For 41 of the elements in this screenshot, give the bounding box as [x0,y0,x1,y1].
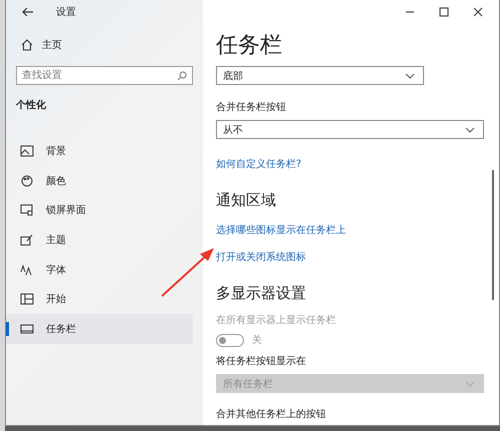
section-heading: 多显示器设置 [216,284,306,303]
chevron-icon [465,126,475,132]
dropdown[interactable]: 底部 [216,66,424,85]
sidebar-item[interactable]: 背景 [6,136,193,166]
home-icon[interactable] [21,39,33,51]
setting-label: 将任务栏按钮显示在 [216,354,306,368]
maximize-icon[interactable] [439,7,449,17]
window-title: 设置 [56,6,76,19]
monitor-icon [20,204,34,216]
help-link[interactable]: 选择哪些图标显示在任务栏上 [216,223,346,237]
dropdown[interactable]: 从不 [216,120,484,139]
sidebar-item[interactable]: 锁屏界面 [6,195,193,226]
sidebar-item[interactable]: 任务栏 [6,314,193,344]
grid-icon [20,293,34,306]
section-heading: 个性化 [16,98,47,112]
setting-label: 合并其他任务栏上的按钮 [216,408,326,421]
annotation-arrow [160,246,216,298]
palette-icon [20,174,34,187]
toggle-state: 关 [252,334,262,347]
sidebar-item[interactable]: 字体 [6,254,193,284]
sidebar-item[interactable]: 开始 [6,284,193,314]
taskbar-icon [20,322,34,335]
chevron-icon [405,72,415,78]
home-link[interactable]: 主页 [42,38,62,52]
help-link[interactable]: 如何自定义任务栏? [216,157,302,171]
sidebar-item[interactable]: 主题 [6,225,193,255]
setting-label: 合并任务栏按钮 [216,100,286,114]
back-icon[interactable] [22,7,34,17]
sidebar-item[interactable]: 颜色 [6,166,193,196]
search-icon [177,71,187,81]
chevron-icon [465,380,475,386]
page-title: 任务栏 [216,32,283,60]
scrollbar[interactable] [492,170,494,300]
brush-icon [20,234,34,246]
picture-frame-icon [20,144,34,157]
help-link[interactable]: 打开或关闭系统图标 [216,250,306,264]
font-icon [20,264,34,276]
search-field[interactable]: 查找设置 [16,66,193,85]
close-icon[interactable] [473,7,483,17]
section-heading: 通知区域 [216,191,276,210]
setting-label: 在所有显示器上显示任务栏 [216,314,336,327]
